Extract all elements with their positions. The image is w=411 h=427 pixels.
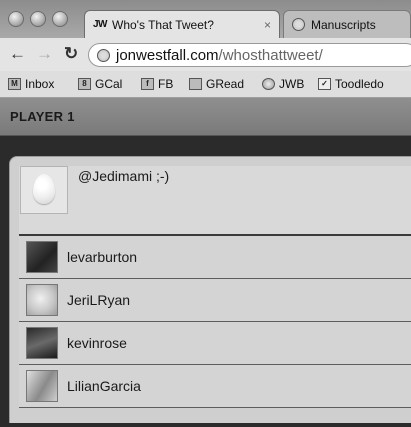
bookmark-label: GRead (206, 77, 245, 91)
player-label: PLAYER 1 (10, 109, 75, 124)
bookmark-label: GCal (95, 77, 123, 91)
tab-strip: JW Who's That Tweet? × Manuscripts (0, 0, 411, 38)
egg-avatar-icon (33, 174, 55, 204)
bookmarks-bar: M Inbox 8 GCal f FB GRead JWB ✓ Toodledo (0, 71, 411, 98)
choice-jerilryan[interactable]: JeriLRyan (19, 279, 411, 322)
bookmark-label: JWB (279, 77, 305, 91)
page-bottom-edge (0, 423, 411, 427)
calendar-icon: 8 (78, 78, 91, 90)
bookmark-jwb[interactable]: JWB (262, 77, 304, 91)
site-info-icon[interactable] (97, 48, 110, 62)
bookmark-fb[interactable]: f FB (141, 77, 173, 91)
tab-label: Who's That Tweet? (112, 17, 214, 32)
jw-favicon-icon: JW (93, 19, 108, 30)
zoom-window-button[interactable] (52, 11, 68, 27)
reader-icon (189, 78, 202, 90)
facebook-icon: f (141, 78, 154, 90)
forward-button[interactable]: → (36, 44, 53, 64)
close-tab-icon[interactable]: × (264, 18, 271, 32)
tab-whos-that-tweet[interactable]: JW Who's That Tweet? × (84, 10, 280, 38)
choice-levarburton[interactable]: levarburton (19, 236, 411, 279)
bookmark-gcal[interactable]: 8 GCal (78, 77, 122, 91)
reload-button[interactable]: ↻ (64, 44, 78, 64)
tab-manuscripts[interactable]: Manuscripts (283, 10, 411, 38)
bookmark-gread[interactable]: GRead (189, 77, 244, 91)
bookmark-label: FB (158, 77, 174, 91)
avatar (26, 241, 58, 273)
checkbox-icon: ✓ (318, 78, 331, 90)
url-host: jonwestfall.com (116, 46, 219, 64)
tweet-text: @Jedimami ;-) (78, 168, 170, 184)
bookmark-label: Inbox (25, 77, 55, 91)
minimize-window-button[interactable] (30, 11, 46, 27)
choice-label: JeriLRyan (67, 292, 131, 308)
avatar (26, 327, 58, 359)
choice-label: kevinrose (67, 335, 127, 351)
player-header: PLAYER 1 (0, 98, 411, 136)
bookmark-inbox[interactable]: M Inbox (8, 77, 54, 91)
url-path: /whosthattweet/ (218, 46, 323, 64)
avatar (26, 284, 58, 316)
address-bar[interactable]: jonwestfall.com/whosthattweet/ (88, 43, 411, 67)
tab-label: Manuscripts (311, 17, 376, 32)
choice-kevinrose[interactable]: kevinrose (19, 322, 411, 365)
bookmark-toodledo[interactable]: ✓ Toodledo (318, 77, 384, 91)
globe-icon (292, 18, 305, 31)
mail-icon: M (8, 78, 21, 90)
choice-liliangarcia[interactable]: LilianGarcia (19, 365, 411, 408)
close-window-button[interactable] (8, 11, 24, 27)
back-button[interactable]: ← (9, 44, 26, 64)
bookmark-label: Toodledo (335, 77, 384, 91)
choice-label: LilianGarcia (67, 378, 141, 394)
globe-icon (262, 78, 275, 90)
avatar (26, 370, 58, 402)
choice-label: levarburton (67, 249, 138, 265)
